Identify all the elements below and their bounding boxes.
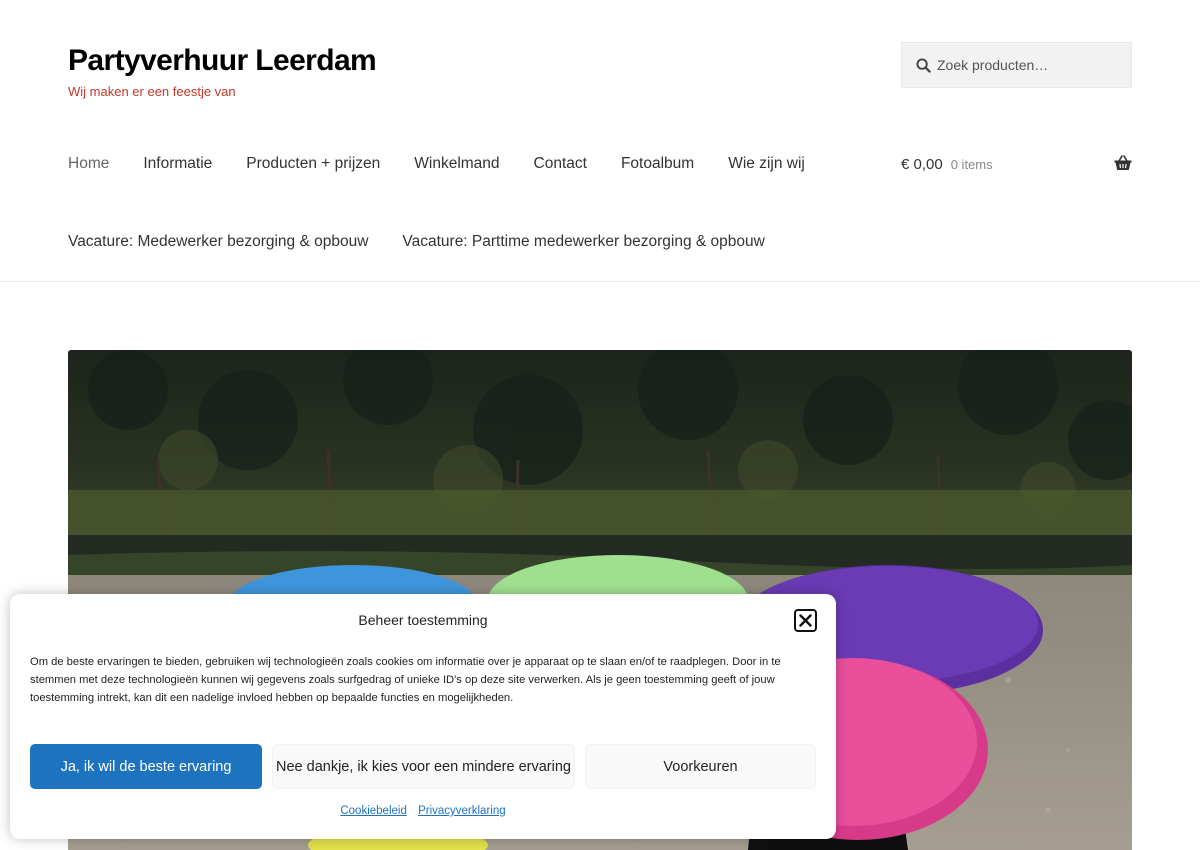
accept-button[interactable]: Ja, ik wil de beste ervaring — [30, 744, 262, 789]
nav-item-fotoalbum[interactable]: Fotoalbum — [621, 150, 694, 178]
cookie-policy-link[interactable]: Cookiebeleid — [340, 805, 407, 817]
search-box — [901, 42, 1132, 88]
main-navigation: Home Informatie Producten + prijzen Wink… — [68, 150, 839, 178]
site-tagline: Wij maken er een feestje van — [68, 84, 236, 99]
search-icon — [916, 57, 931, 73]
header-cart[interactable]: € 0,00 0 items — [901, 150, 1132, 178]
preferences-button[interactable]: Voorkeuren — [585, 744, 816, 789]
site-title[interactable]: Partyverhuur Leerdam — [68, 42, 377, 80]
site-header: Partyverhuur Leerdam Wij maken er een fe… — [0, 0, 1200, 282]
secondary-navigation: Vacature: Medewerker bezorging & opbouw … — [68, 228, 799, 256]
close-icon — [799, 614, 812, 627]
nav-item-producten[interactable]: Producten + prijzen — [246, 150, 380, 178]
consent-text: Om de beste ervaringen te bieden, gebrui… — [30, 656, 781, 704]
basket-icon[interactable] — [1114, 155, 1132, 171]
nav-item-home[interactable]: Home — [68, 150, 109, 178]
nav-item-winkelmand[interactable]: Winkelmand — [414, 150, 499, 178]
consent-links: Cookiebeleid Privacyverklaring — [10, 805, 836, 817]
nav-item-vacature-parttime[interactable]: Vacature: Parttime medewerker bezorging … — [402, 228, 764, 256]
nav-item-informatie[interactable]: Informatie — [143, 150, 212, 178]
consent-title: Beheer toestemming — [358, 612, 488, 628]
close-button[interactable] — [794, 609, 817, 632]
cart-amount: € 0,00 — [901, 155, 943, 173]
search-input[interactable] — [937, 57, 1117, 73]
cart-count: 0 items — [950, 156, 993, 172]
nav-item-wie-zijn-wij[interactable]: Wie zijn wij — [728, 150, 805, 178]
nav-item-vacature-bezorging[interactable]: Vacature: Medewerker bezorging & opbouw — [68, 228, 368, 256]
branding: Partyverhuur Leerdam Wij maken er een fe… — [68, 42, 377, 100]
deny-button[interactable]: Nee dankje, ik kies voor een mindere erv… — [272, 744, 575, 789]
nav-item-contact[interactable]: Contact — [534, 150, 587, 178]
privacy-statement-link[interactable]: Privacyverklaring — [418, 805, 506, 817]
cookie-consent-dialog: Beheer toestemming Om de beste ervaringe… — [10, 594, 836, 839]
